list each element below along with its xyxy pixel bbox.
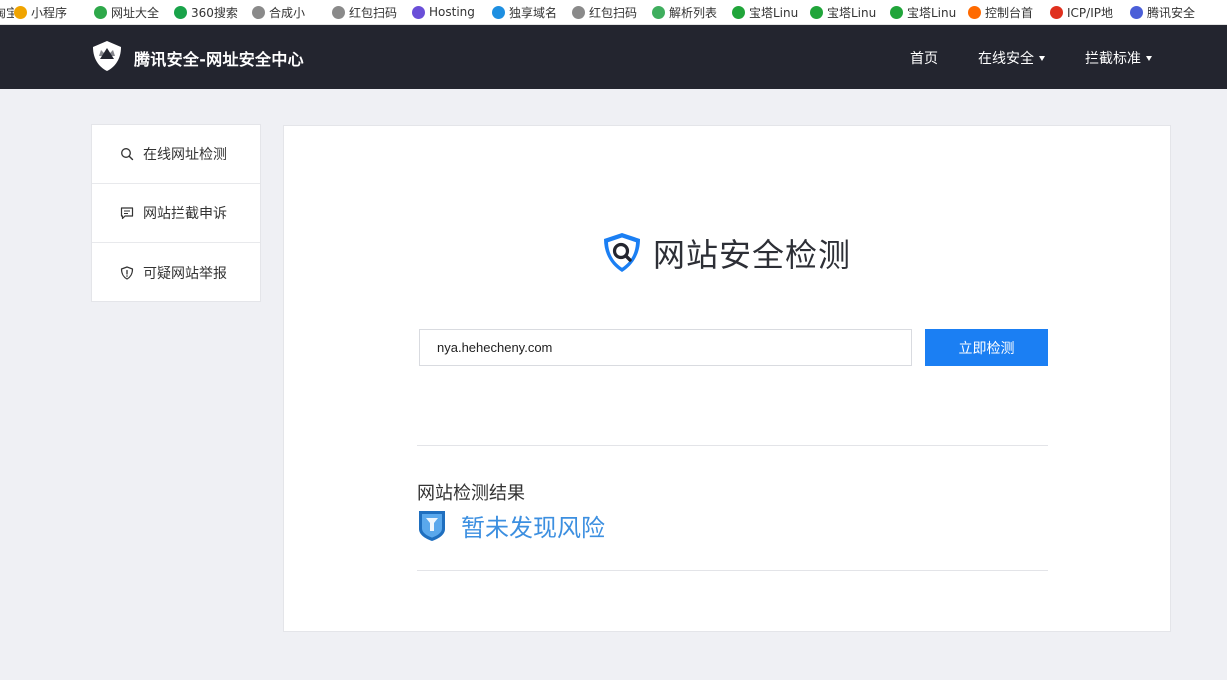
globe-icon [332,5,345,19]
bookmark-label: 控制台首 [985,5,1034,20]
bookmark-label: 解析列表 [669,5,718,20]
bookmark-label: 宝塔Linu [827,5,877,20]
page-title: 网站安全检测 [653,236,852,274]
brand-title[interactable]: 腾讯安全-网址安全中心 [134,46,304,70]
bookmark-item[interactable]: 宝塔Linu [810,0,890,24]
top-navigation: 腾讯安全-网址安全中心 首页 在线安全 拦截标准 [0,25,1227,89]
bookmarks-bar: 淘宝 小程序 网址大全 360搜索 合成小 红包扫码 Hosting 独享域名 红包扫码 解析列表… [0,0,1227,25]
bookmark-item[interactable]: 合成小 [252,0,332,24]
tencent-security-logo-icon[interactable] [90,39,124,73]
bookmark-item[interactable]: 红包扫码 [332,0,412,24]
bookmark-label: 宝塔Linu [749,5,799,20]
main-card: 网站安全检测 立即检测 网站检测结果 暂未发现风险 [283,125,1171,632]
bookmark-label: Hosting [429,5,475,19]
domain-icon [492,5,505,19]
bookmark-label: 360搜索 [191,5,238,20]
tencent-shield-icon [1130,5,1143,19]
page-title-row: 网站安全检测 [599,230,851,276]
bookmark-label: 腾讯安全 [1147,5,1196,20]
sidebar-item-appeal[interactable]: 网站拦截申诉 [92,184,260,243]
icp-icon [1050,5,1063,19]
bt-icon [890,5,903,19]
url-input[interactable] [419,329,912,366]
aliyun-icon [968,5,981,19]
bookmark-item[interactable]: 控制台首 [968,0,1050,24]
safe-shield-icon [419,511,445,541]
nav-online-security[interactable]: 在线安全 [978,48,1045,68]
sidebar-item-report[interactable]: 可疑网站举报 [92,243,260,302]
nav-home[interactable]: 首页 [910,48,938,68]
bookmark-item[interactable]: 宝塔Linu [732,0,810,24]
divider [417,570,1048,571]
bookmark-item[interactable]: 红包扫码 [572,0,652,24]
leaf-icon [652,5,665,19]
bookmark-item[interactable]: 淘宝 [0,0,14,24]
nav-intercept-standard[interactable]: 拦截标准 [1085,48,1152,68]
bookmark-label: 红包扫码 [349,5,398,20]
bookmark-label: 宝塔Linu [907,5,957,20]
nav-intercept-standard-label: 拦截标准 [1085,51,1141,67]
sidebar-item-label: 在线网址检测 [143,147,227,163]
bookmark-label: ICP/IP地 [1067,5,1113,20]
miniapp-icon [14,5,27,19]
check-now-button[interactable]: 立即检测 [925,329,1048,366]
shield-alert-icon [120,265,134,280]
sidebar: 在线网址检测 网站拦截申诉 可疑网站举报 [91,124,261,302]
bookmark-item[interactable]: 解析列表 [652,0,732,24]
sidebar-item-url-check[interactable]: 在线网址检测 [92,125,260,184]
sidebar-item-label: 网站拦截申诉 [143,206,227,222]
bookmark-label: 淘宝 [0,4,14,21]
sites-icon [94,5,107,19]
bookmark-label: 网址大全 [111,5,160,20]
bookmark-label: 独享域名 [509,5,558,20]
bookmark-label: 小程序 [31,5,68,20]
chevron-down-icon [1146,55,1152,61]
divider [417,445,1048,446]
bookmark-item[interactable]: 网址大全 [94,0,174,24]
globe-icon [252,5,265,19]
bookmark-item[interactable]: Hosting [412,0,492,24]
bookmark-item[interactable]: 小程序 [14,0,94,24]
bookmark-item[interactable]: 360搜索 [174,0,252,24]
nav-home-label: 首页 [910,51,938,67]
hosting-icon [412,5,425,19]
bookmark-item[interactable]: 腾讯安全 [1130,0,1210,24]
bt-icon [810,5,823,19]
nav-online-security-label: 在线安全 [978,51,1034,67]
bookmark-item[interactable]: ICP/IP地 [1050,0,1130,24]
search-icon [121,148,134,161]
result-label: 网站检测结果 [417,483,525,504]
chevron-down-icon [1039,55,1045,61]
globe-icon [572,5,585,19]
bookmark-label: 合成小 [269,5,306,20]
shield-search-icon [604,233,640,272]
search360-icon [174,5,187,19]
result-status: 暂未发现风险 [417,508,605,543]
bookmark-item[interactable]: 独享域名 [492,0,572,24]
bt-icon [732,5,745,19]
message-icon [120,207,134,220]
sidebar-item-label: 可疑网站举报 [143,265,227,282]
bookmark-item[interactable]: 宝塔Linu [890,0,968,24]
bookmark-label: 红包扫码 [589,5,638,20]
result-text: 暂未发现风险 [461,514,605,542]
